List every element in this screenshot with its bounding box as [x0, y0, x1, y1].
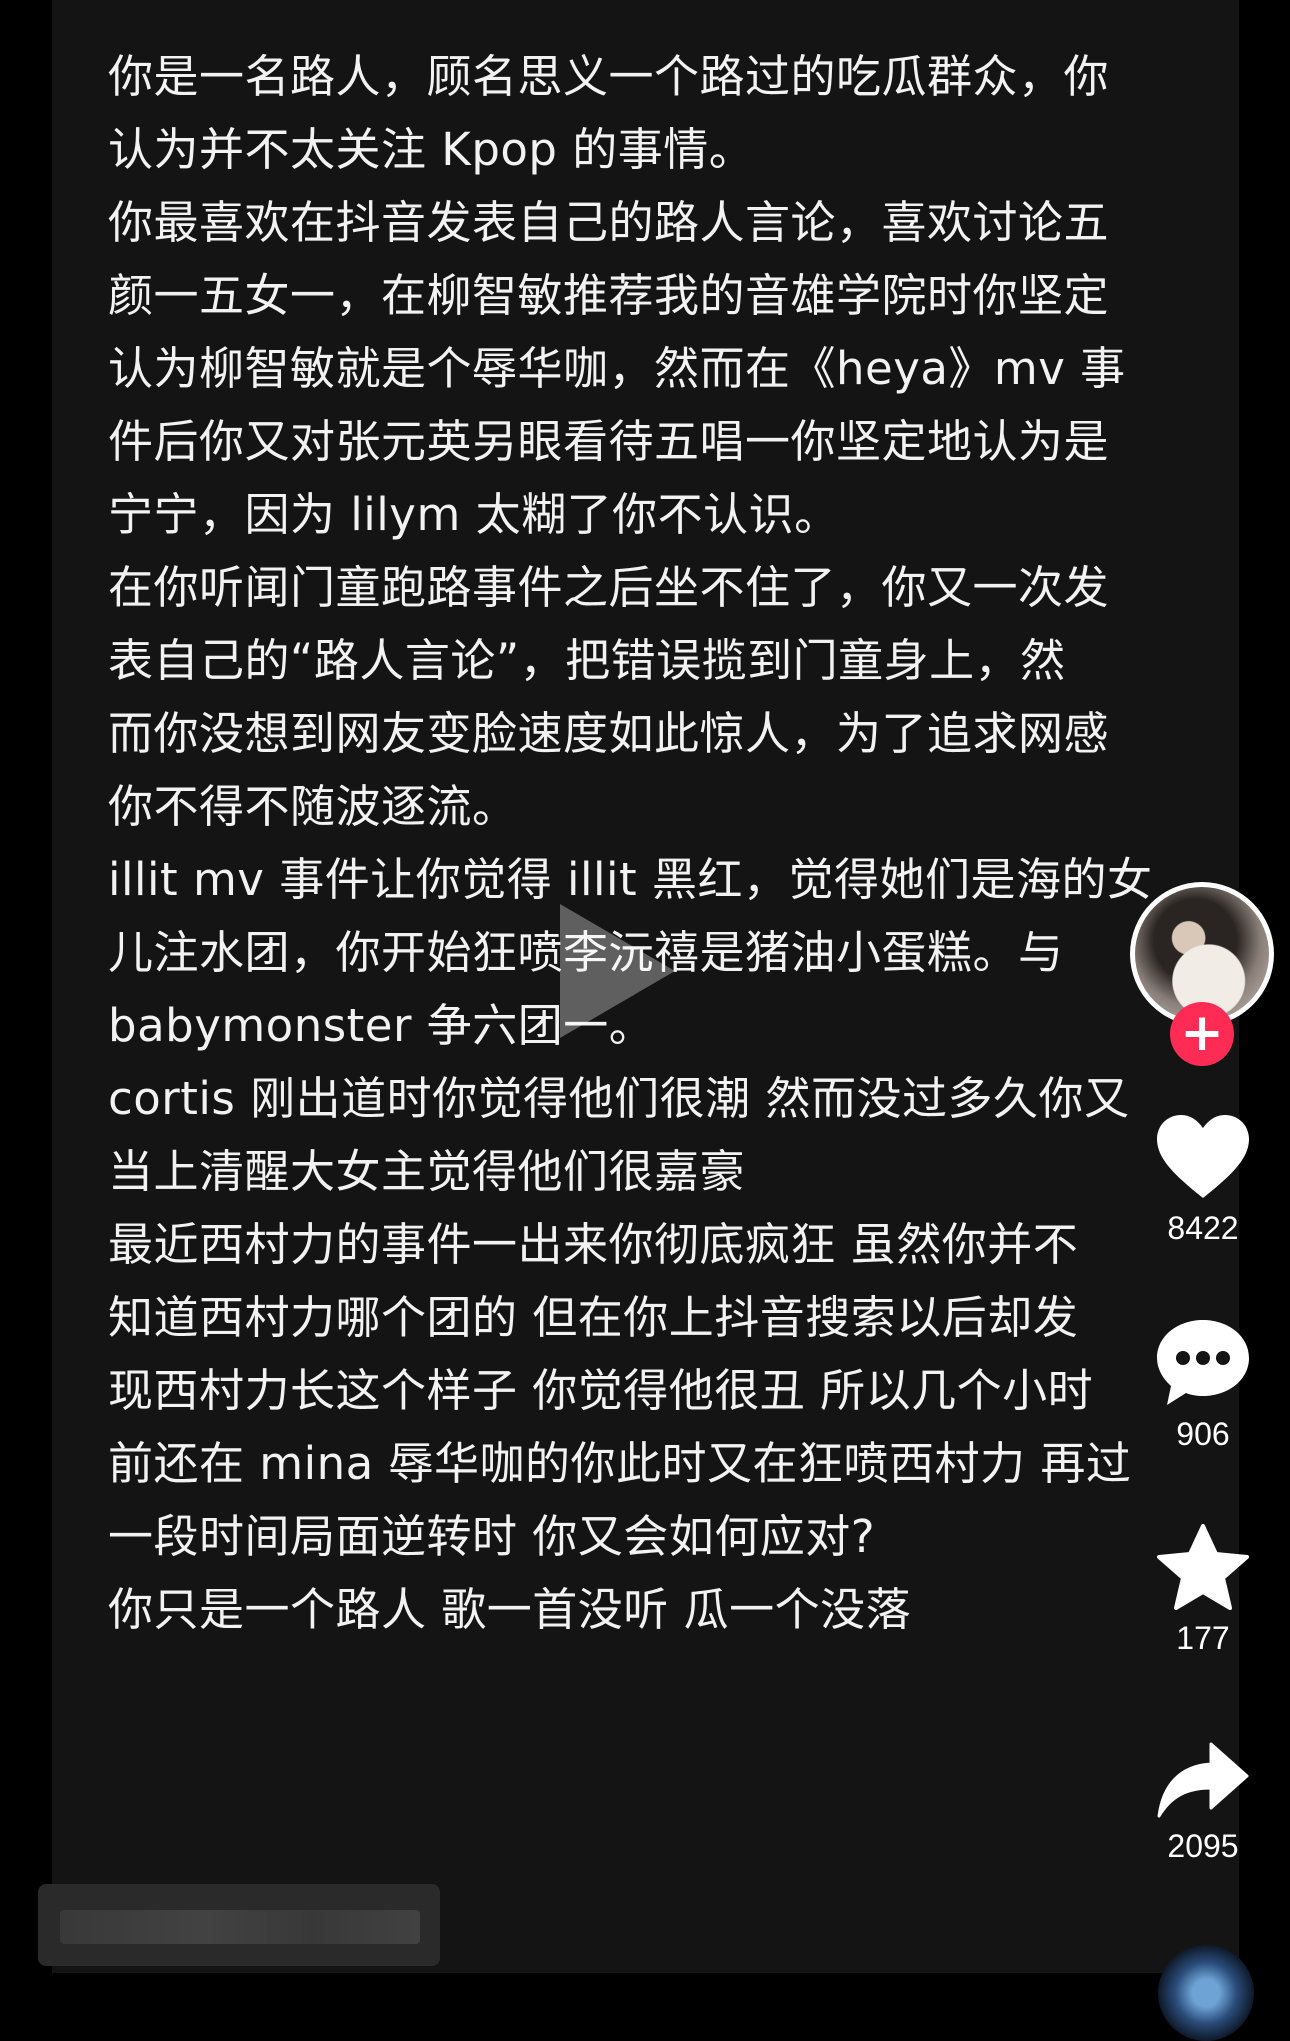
- post-caption: 你是一名路人，顾名思义一个路过的吃瓜群众，你 认为并不太关注 Kpop 的事情。…: [108, 40, 1178, 1646]
- caption-line: 认为并不太关注 Kpop 的事情。: [108, 123, 755, 176]
- caption-line: 前还在 mina 辱华咖的你此时又在狂喷西村力 再过: [108, 1437, 1132, 1490]
- blurred-username: [60, 1910, 420, 1944]
- caption-line: 而你没想到网友变脸速度如此惊人，为了追求网感: [108, 707, 1110, 760]
- caption-line: 认为柳智敏就是个辱华咖，然而在《heya》mv 事: [108, 342, 1126, 395]
- like-count: 8422: [1167, 1210, 1239, 1246]
- share-count: 2095: [1167, 1828, 1239, 1864]
- star-icon: [1157, 1524, 1249, 1610]
- bottom-info-bar: [38, 1884, 440, 1966]
- like-button[interactable]: 8422: [1140, 1112, 1266, 1248]
- caption-line: 表自己的“路人言论”，把错误揽到门童身上，然: [108, 634, 1066, 687]
- caption-line: 知道西村力哪个团的 但在你上抖音搜索以后却发: [108, 1291, 1079, 1344]
- favorite-count: 177: [1176, 1620, 1230, 1656]
- caption-line: cortis 刚出道时你觉得他们很潮 然而没过多久你又: [108, 1072, 1130, 1125]
- caption-line: 现西村力长这个样子 你觉得他很丑 所以几个小时: [108, 1364, 1094, 1417]
- caption-line: 你不得不随波逐流。: [108, 780, 518, 833]
- caption-line: 在你听闻门童跑路事件之后坐不住了，你又一次发: [108, 561, 1110, 614]
- caption-line: 最近西村力的事件一出来你彻底疯狂 虽然你并不: [108, 1218, 1079, 1271]
- caption-line: 你只是一个路人 歌一首没听 瓜一个没落: [108, 1583, 912, 1636]
- heart-icon: [1157, 1115, 1249, 1198]
- music-disc-icon[interactable]: [1158, 1945, 1254, 2041]
- follow-button[interactable]: +: [1170, 1002, 1234, 1066]
- caption-line: 颜一五女一，在柳智敏推荐我的音雄学院时你坚定: [108, 269, 1110, 322]
- caption-line: 宁宁，因为 lilym 太糊了你不认识。: [108, 488, 840, 541]
- caption-line: 你是一名路人，顾名思义一个路过的吃瓜群众，你: [108, 50, 1110, 103]
- comment-count: 906: [1176, 1416, 1230, 1452]
- caption-line: 当上清醒大女主觉得他们很嘉豪: [108, 1145, 746, 1198]
- comment-bubble-icon: [1157, 1320, 1249, 1405]
- share-arrow-icon: [1157, 1742, 1249, 1818]
- caption-line: 你最喜欢在抖音发表自己的路人言论，喜欢讨论五: [108, 196, 1110, 249]
- play-icon[interactable]: [560, 904, 675, 1038]
- caption-line: 件后你又对张元英另眼看待五唱一你坚定地认为是: [108, 415, 1110, 468]
- avatar-image: [1135, 887, 1269, 1021]
- share-button[interactable]: 2095: [1140, 1740, 1266, 1866]
- favorite-button[interactable]: 177: [1140, 1522, 1266, 1658]
- comment-button[interactable]: 906: [1140, 1316, 1266, 1454]
- caption-line: 一段时间局面逆转时 你又会如何应对?: [108, 1510, 876, 1563]
